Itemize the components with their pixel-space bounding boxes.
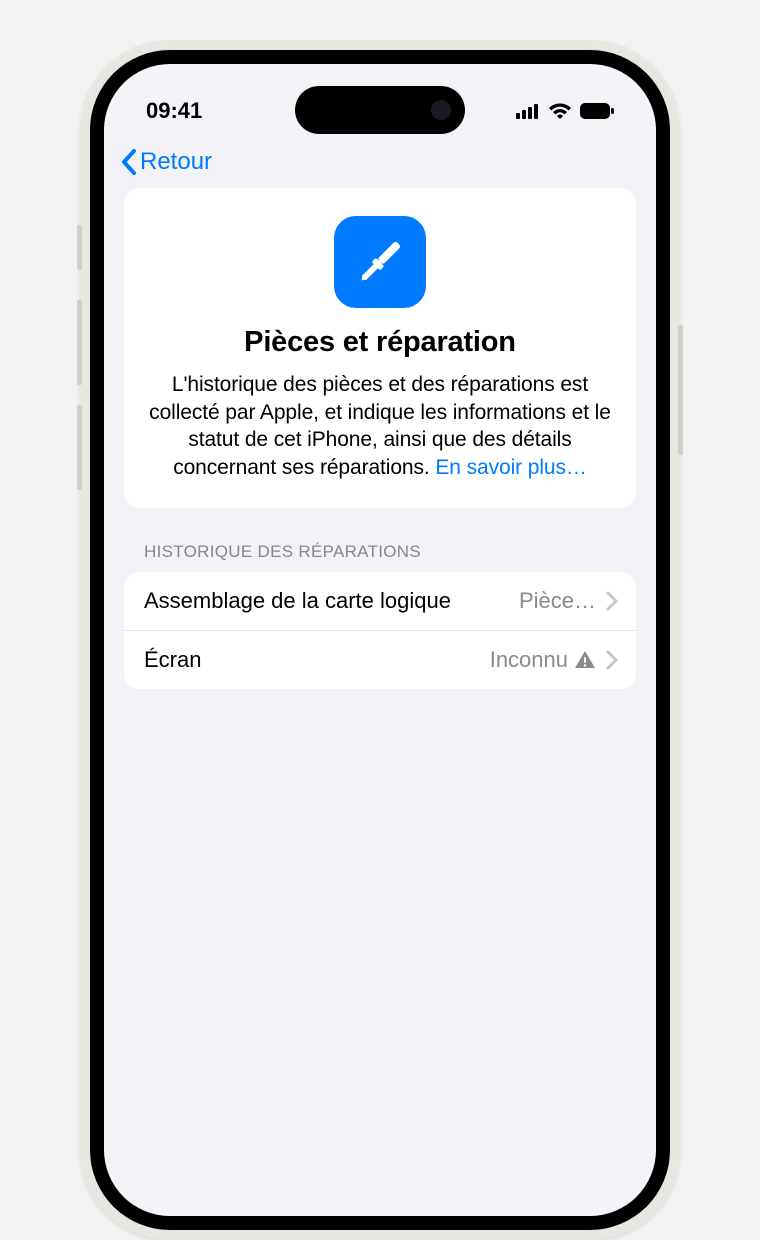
- screwdriver-icon: [350, 232, 410, 292]
- back-label: Retour: [140, 148, 212, 176]
- front-camera: [431, 100, 451, 120]
- side-button-silent: [77, 225, 82, 270]
- wifi-icon: [548, 102, 572, 120]
- history-section-header: HISTORIQUE DES RÉPARATIONS: [124, 542, 636, 562]
- card-title: Pièces et réparation: [148, 326, 612, 359]
- card-description: L'historique des pièces et des réparatio…: [148, 371, 612, 482]
- row-value-text: Pièce…: [519, 588, 596, 614]
- row-value: Pièce…: [519, 588, 596, 614]
- status-time: 09:41: [146, 98, 202, 124]
- side-button-vol-up: [77, 300, 82, 385]
- history-row-screen[interactable]: Écran Inconnu: [124, 630, 636, 689]
- app-icon-wrap: [148, 216, 612, 308]
- nav-bar: Retour: [104, 140, 656, 188]
- intro-card: Pièces et réparation L'historique des pi…: [124, 188, 636, 508]
- battery-icon: [580, 103, 614, 119]
- row-label: Écran: [144, 647, 478, 673]
- history-list: Assemblage de la carte logique Pièce… Éc…: [124, 572, 636, 689]
- chevron-right-icon: [606, 591, 618, 611]
- chevron-left-icon: [120, 148, 138, 176]
- side-button-vol-down: [77, 405, 82, 490]
- history-row-logic-board[interactable]: Assemblage de la carte logique Pièce…: [124, 572, 636, 630]
- row-value: Inconnu: [490, 647, 596, 673]
- side-button-power: [678, 325, 683, 455]
- row-label: Assemblage de la carte logique: [144, 588, 507, 614]
- back-button[interactable]: Retour: [120, 148, 212, 176]
- cellular-icon: [516, 103, 540, 119]
- screen: 09:41: [104, 64, 656, 1216]
- dynamic-island: [295, 86, 465, 134]
- warning-icon: [574, 650, 596, 670]
- screwdriver-app-icon: [334, 216, 426, 308]
- chevron-right-icon: [606, 650, 618, 670]
- status-right: [516, 102, 614, 120]
- phone-bezel: 09:41: [90, 50, 670, 1230]
- row-value-text: Inconnu: [490, 647, 568, 673]
- learn-more-link[interactable]: En savoir plus…: [435, 456, 586, 479]
- phone-frame: 09:41: [80, 40, 680, 1240]
- content: Pièces et réparation L'historique des pi…: [104, 188, 656, 689]
